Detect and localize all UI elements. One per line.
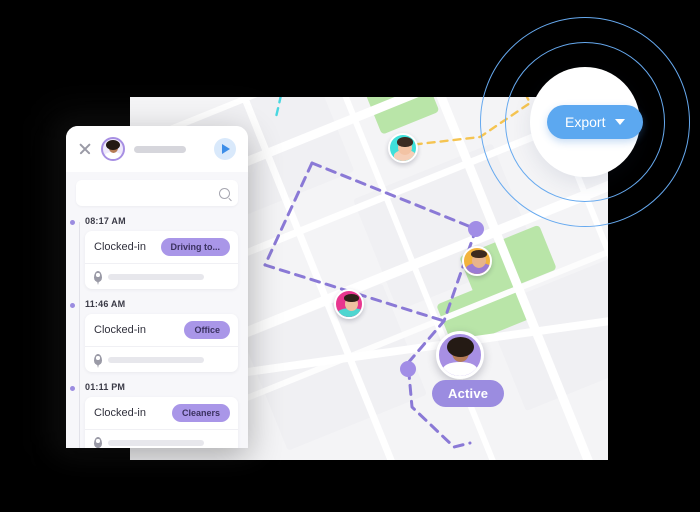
location-redacted	[108, 439, 204, 446]
timeline-card-bottom	[85, 347, 238, 372]
timeline-status: Clocked-in	[94, 241, 146, 253]
timeline-card-top: Clocked-in Office	[85, 314, 238, 347]
avatar-art	[390, 135, 416, 161]
location-pin-icon	[94, 437, 102, 448]
panel-search-area	[66, 172, 248, 212]
avatar-art	[464, 248, 490, 274]
search-input[interactable]	[84, 187, 219, 199]
timeline-card[interactable]: Clocked-in Driving to...	[85, 231, 238, 289]
avatar-art	[103, 139, 123, 159]
avatar-art	[336, 291, 362, 317]
timeline-card-bottom	[85, 264, 238, 289]
panel-header	[66, 126, 248, 172]
location-pin-icon	[94, 354, 102, 365]
search-box[interactable]	[76, 180, 238, 206]
export-button-label: Export	[565, 114, 606, 130]
activity-panel: 08:17 AM Clocked-in Driving to... 11:46 …	[66, 126, 248, 448]
screenshot-stage: Active Export 08:17 AM Clocked-in Drivin…	[0, 0, 700, 512]
chevron-down-icon	[615, 119, 626, 125]
timeline-status: Clocked-in	[94, 407, 146, 419]
map-marker-teal[interactable]	[388, 133, 418, 163]
timeline-badge[interactable]: Driving to...	[160, 238, 230, 256]
timeline-dot-icon	[70, 220, 75, 225]
timeline-card[interactable]: Clocked-in Office	[85, 314, 238, 372]
timeline-entry[interactable]: 11:46 AM Clocked-in Office	[70, 299, 238, 372]
play-icon[interactable]	[214, 138, 236, 160]
employee-name-redacted	[134, 145, 186, 153]
timeline-status: Clocked-in	[94, 324, 146, 336]
timeline-badge[interactable]: Office	[184, 321, 230, 339]
close-icon[interactable]	[78, 142, 92, 156]
map-marker-orange[interactable]	[462, 246, 492, 276]
export-button[interactable]: Export	[547, 105, 644, 139]
location-pin-icon	[94, 271, 102, 282]
activity-timeline: 08:17 AM Clocked-in Driving to... 11:46 …	[66, 212, 248, 448]
timeline-time: 08:17 AM	[85, 216, 126, 226]
timeline-dot-icon	[70, 303, 75, 308]
timeline-card-top: Clocked-in Driving to...	[85, 231, 238, 264]
timeline-dot-icon	[70, 386, 75, 391]
map-marker-active[interactable]	[436, 331, 484, 379]
timeline-badge[interactable]: Cleaners	[171, 404, 230, 422]
active-status-badge: Active	[432, 380, 505, 407]
timeline-time: 11:46 AM	[85, 299, 126, 309]
timeline-time: 01:11 PM	[85, 382, 126, 392]
timeline-card-bottom	[85, 430, 238, 448]
map-marker-pink[interactable]	[334, 289, 364, 319]
timeline-entry[interactable]: 08:17 AM Clocked-in Driving to...	[70, 216, 238, 289]
play-triangle-icon	[222, 144, 230, 154]
avatar	[101, 137, 125, 161]
location-redacted	[108, 356, 204, 363]
timeline-card-top: Clocked-in Cleaners	[85, 397, 238, 430]
location-redacted	[108, 273, 204, 280]
timeline-card[interactable]: Clocked-in Cleaners	[85, 397, 238, 448]
avatar-art	[439, 334, 481, 376]
timeline-entry[interactable]: 01:11 PM Clocked-in Cleaners	[70, 382, 238, 448]
search-icon[interactable]	[219, 187, 230, 199]
